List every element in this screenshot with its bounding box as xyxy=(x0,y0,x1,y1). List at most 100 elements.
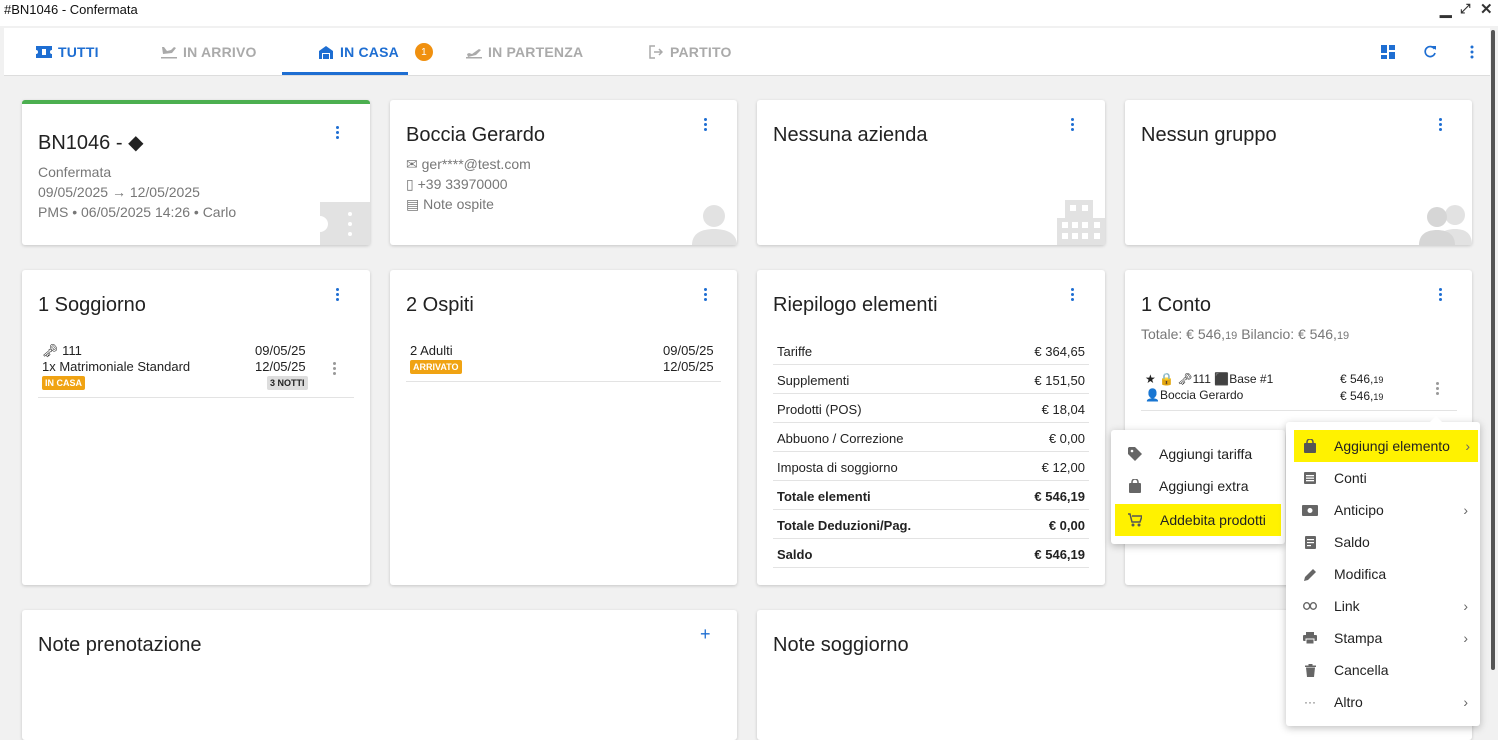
person-bg-icon xyxy=(692,204,737,250)
menu-arrow xyxy=(1430,416,1442,422)
tab-label: PARTITO xyxy=(670,44,732,60)
more-vert-icon[interactable] xyxy=(1435,284,1445,304)
tab-label: IN CASA xyxy=(340,44,399,60)
tab-in-partenza[interactable]: IN PARTENZA xyxy=(466,28,583,76)
maximize-icon[interactable]: ⤢ xyxy=(1460,1,1470,17)
tab-bar: TUTTI IN ARRIVO IN CASA 1 IN PARTENZA PA… xyxy=(4,28,1490,76)
menu-item-anticipo[interactable]: Anticipo › xyxy=(1286,494,1480,526)
key-icon: 🗝 xyxy=(1177,372,1193,386)
stay-notes-title: Note soggiorno xyxy=(773,634,909,656)
checkin-date: 09/05/25 xyxy=(255,343,306,358)
lock-icon: 🔒 xyxy=(1159,372,1175,386)
menu-item-saldo[interactable]: Saldo xyxy=(1286,526,1480,558)
status-badge: IN CASA xyxy=(42,376,86,390)
layout-icon[interactable] xyxy=(1378,42,1398,62)
menu-item-aggiungi-elemento[interactable]: Aggiungi elemento › xyxy=(1294,430,1478,462)
guest-name: Boccia Gerardo xyxy=(406,124,545,146)
menu-item-aggiungi-extra[interactable]: Aggiungi extra xyxy=(1111,470,1285,502)
divider xyxy=(38,397,354,398)
guest-email-row: ✉ ger****@test.com xyxy=(406,156,531,172)
tab-label: IN ARRIVO xyxy=(183,44,257,60)
summary-row: Imposta di soggiorno € 12,00 xyxy=(773,452,1089,481)
menu-item-altro[interactable]: ··· Altro › xyxy=(1286,686,1480,718)
more-vert-icon[interactable] xyxy=(1067,284,1077,304)
star-icon: ★ xyxy=(1145,372,1156,386)
summary-title: Riepilogo elementi xyxy=(773,294,938,316)
close-icon[interactable]: ✕ xyxy=(1480,0,1493,18)
ticket-icon xyxy=(36,44,52,60)
menu-item-modifica[interactable]: Modifica xyxy=(1286,558,1480,590)
checkin-date: 09/05/25 xyxy=(663,343,714,358)
trash-icon xyxy=(1302,662,1318,678)
company-card: Nessuna azienda xyxy=(757,100,1105,245)
menu-item-cancella[interactable]: Cancella xyxy=(1286,654,1480,686)
room-row: 🗝 111 xyxy=(42,343,82,358)
divider xyxy=(1141,410,1457,411)
nights-badge: 3 NOTTI xyxy=(267,376,308,390)
link-icon xyxy=(1302,598,1318,614)
booking-dates: 09/05/2025 → 12/05/2025 xyxy=(38,184,200,200)
menu-item-link[interactable]: Link › xyxy=(1286,590,1480,622)
bag-icon xyxy=(1127,478,1143,494)
summary-balance-row: Saldo € 546,19 xyxy=(773,539,1089,568)
list-icon xyxy=(1302,470,1318,486)
summary-row: Prodotti (POS) € 18,04 xyxy=(773,394,1089,423)
guests-title: 2 Ospiti xyxy=(406,294,474,316)
building-bg-icon xyxy=(1057,200,1105,250)
summary-card: Riepilogo elementi Tariffe € 364,65 Suppl… xyxy=(757,270,1105,585)
house-icon xyxy=(318,44,334,60)
logout-icon xyxy=(648,44,664,60)
tab-partito[interactable]: PARTITO xyxy=(648,28,732,76)
more-vert-icon[interactable] xyxy=(1435,114,1445,134)
key-icon: 🗝 xyxy=(42,343,59,358)
refresh-icon[interactable] xyxy=(1420,42,1440,62)
account-info-row: ★ 🔒 🗝111 ⬛Base #1 xyxy=(1145,372,1274,386)
checkout-date: 12/05/25 xyxy=(663,359,714,374)
account-holder-row: 👤Boccia Gerardo xyxy=(1145,388,1244,402)
tab-in-arrivo[interactable]: IN ARRIVO xyxy=(161,28,257,76)
guest-card: Boccia Gerardo ✉ ger****@test.com ▯ +39 … xyxy=(390,100,737,245)
window-titlebar: #BN1046 - Confermata ▁ ⤢ ✕ xyxy=(0,0,1498,26)
more-vert-icon[interactable] xyxy=(332,284,342,304)
chevron-right-icon: › xyxy=(1463,694,1468,710)
guest-phone-row: ▯ +39 33970000 xyxy=(406,176,508,192)
guest-count: 2 Adulti xyxy=(410,343,453,358)
account-title: 1 Conto xyxy=(1141,294,1212,316)
plane-landing-icon xyxy=(161,44,177,60)
menu-item-aggiungi-tariffa[interactable]: Aggiungi tariffa xyxy=(1111,438,1285,470)
status-badge: ARRIVATO xyxy=(410,360,462,374)
more-vert-icon[interactable] xyxy=(1067,114,1077,134)
more-vert-icon[interactable] xyxy=(700,114,710,134)
ticket-bg-icon xyxy=(320,202,370,250)
more-vert-icon[interactable] xyxy=(332,122,342,142)
minimize-icon[interactable]: ▁ xyxy=(1440,0,1452,18)
tab-in-casa[interactable]: IN CASA 1 xyxy=(318,28,433,76)
person-icon: 👤 xyxy=(1145,388,1160,402)
plane-departing-icon xyxy=(466,44,482,60)
tab-tutti[interactable]: TUTTI xyxy=(36,28,99,76)
tag-icon xyxy=(1127,446,1143,462)
menu-item-conti[interactable]: Conti xyxy=(1286,462,1480,494)
menu-item-addebita-prodotti[interactable]: Addebita prodotti xyxy=(1115,504,1281,536)
scrollbar[interactable] xyxy=(1491,30,1495,670)
phone-icon: ▯ xyxy=(406,176,414,192)
more-vert-icon[interactable] xyxy=(700,284,710,304)
add-icon[interactable]: + xyxy=(700,624,711,645)
menu-item-stampa[interactable]: Stampa › xyxy=(1286,622,1480,654)
window-title: #BN1046 - Confermata xyxy=(4,2,138,17)
account-balance: € 546,19 xyxy=(1340,389,1384,403)
more-vert-icon[interactable] xyxy=(329,358,339,378)
direction-diamond-icon: ◆ xyxy=(128,132,144,154)
summary-deductions-row: Totale Deduzioni/Pag. € 0,00 xyxy=(773,510,1089,539)
stay-title: 1 Soggiorno xyxy=(38,294,146,316)
divider xyxy=(406,381,721,382)
booking-title: BN1046 - ◆ xyxy=(38,132,144,154)
more-horiz-icon: ··· xyxy=(1304,695,1316,709)
summary-total-row: Totale elementi € 546,19 xyxy=(773,481,1089,510)
summary-row: Supplementi € 151,50 xyxy=(773,365,1089,394)
group-bg-icon xyxy=(1419,203,1472,250)
receipt-icon xyxy=(1302,534,1318,550)
account-context-menu: Aggiungi elemento › Conti Anticipo › Sal… xyxy=(1286,416,1480,726)
more-vert-icon[interactable] xyxy=(1462,42,1482,62)
more-vert-icon[interactable] xyxy=(1432,378,1442,398)
